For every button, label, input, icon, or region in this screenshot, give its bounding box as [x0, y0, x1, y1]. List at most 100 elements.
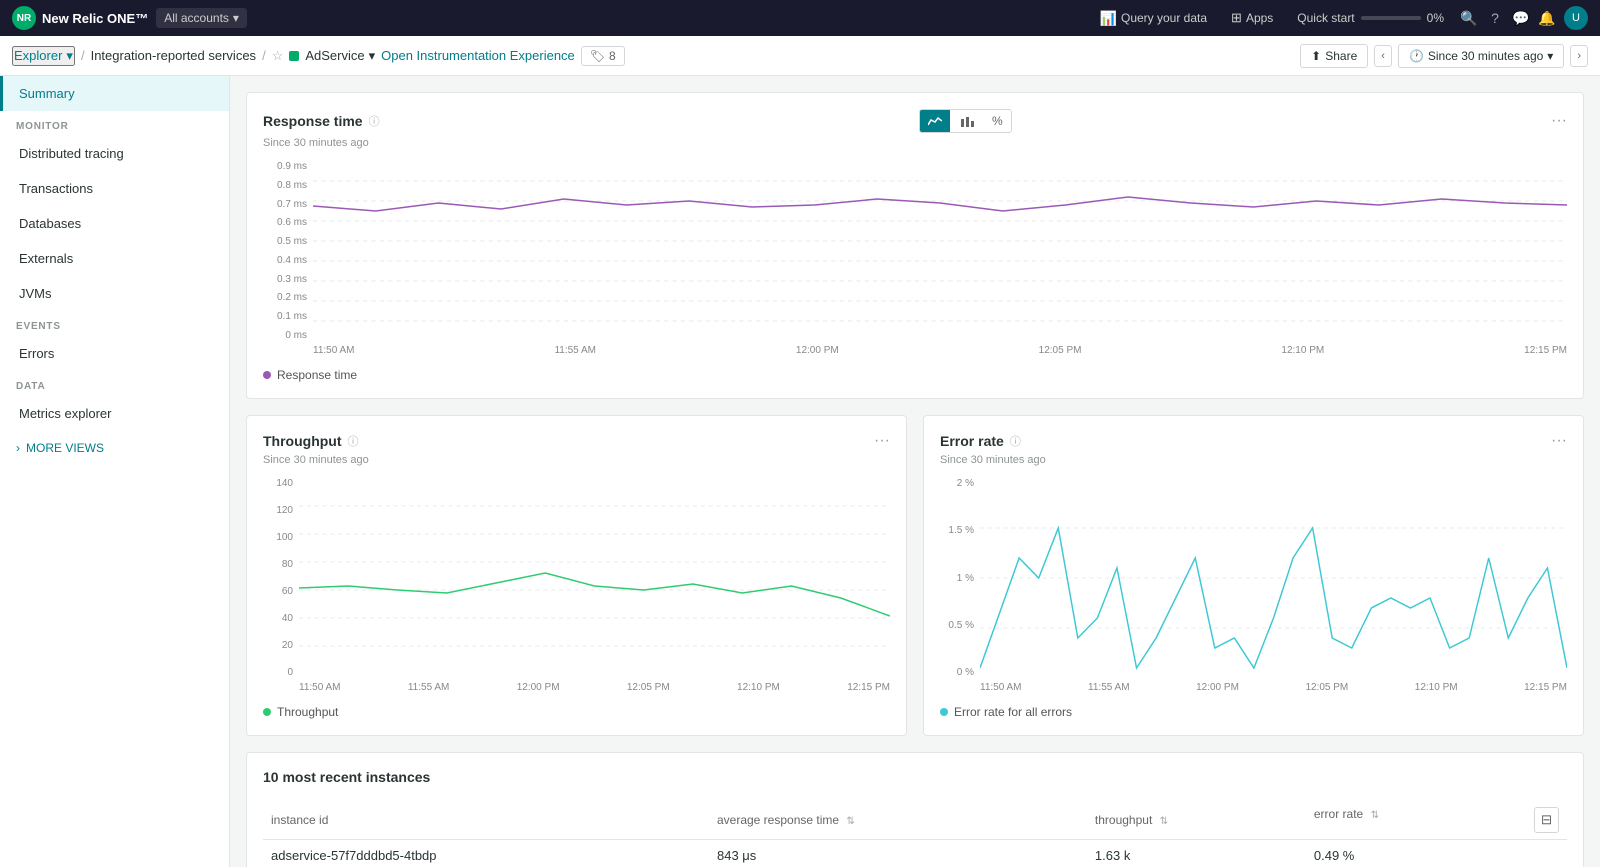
sidebar-item-summary[interactable]: Summary — [0, 76, 229, 111]
error-rate-more-button[interactable]: ··· — [1551, 432, 1567, 450]
feedback-icon[interactable]: 💬 — [1512, 9, 1530, 27]
throughput-chart-area: 140120100806040200 — [263, 478, 890, 697]
response-y-axis: 0.9 ms0.8 ms0.7 ms0.6 ms0.5 ms0.4 ms0.3 … — [263, 161, 313, 341]
filter-button[interactable]: ⊟ — [1534, 807, 1559, 833]
breadcrumb-sep1: / — [81, 48, 85, 63]
share-button[interactable]: ⬆ Share — [1300, 44, 1368, 68]
toggle-percent-button[interactable]: % — [984, 110, 1011, 132]
col-error-rate[interactable]: error rate ⇅ ⊟ — [1306, 801, 1567, 840]
chart-icon: 📊 — [1100, 10, 1117, 27]
sort-icon-error-rate: ⇅ — [1371, 810, 1379, 821]
throughput-svg — [299, 478, 890, 678]
error-rate-header: Error rate ⓘ ··· — [940, 432, 1567, 450]
clock-icon: 🕐 — [1409, 49, 1424, 63]
throughput-legend: Throughput — [263, 705, 890, 719]
open-instrumentation-button[interactable]: Open Instrumentation Experience — [381, 48, 575, 63]
response-time-title: Response time — [263, 113, 363, 129]
breadcrumb-service-path: Integration-reported services — [91, 48, 256, 63]
tag-button[interactable]: 🏷 8 — [581, 46, 625, 66]
throughput-title: Throughput — [263, 433, 342, 449]
sort-icon-throughput: ⇅ — [1160, 816, 1168, 827]
response-time-chart-area: 0.9 ms0.8 ms0.7 ms0.6 ms0.5 ms0.4 ms0.3 … — [263, 161, 1567, 360]
service-status-dot — [289, 51, 299, 61]
sidebar-item-distributed-tracing[interactable]: Distributed tracing — [0, 136, 229, 171]
throughput-header: Throughput ⓘ ··· — [263, 432, 890, 450]
sidebar-more-views[interactable]: › MORE VIEWS — [0, 431, 229, 465]
throughput-info-icon[interactable]: ⓘ — [348, 433, 359, 449]
error-rate-svg-wrap: 11:50 AM11:55 AM12:00 PM12:05 PM12:10 PM… — [980, 478, 1567, 697]
response-legend-dot — [263, 371, 271, 379]
chart-toggle-group: % — [919, 109, 1012, 133]
search-icon[interactable]: 🔍 — [1460, 9, 1478, 27]
throughput-card: Throughput ⓘ ··· Since 30 minutes ago 14… — [246, 415, 907, 736]
sidebar-item-errors[interactable]: Errors — [0, 336, 229, 371]
response-time-subtitle: Since 30 minutes ago — [263, 137, 1567, 149]
throughput-more-button[interactable]: ··· — [874, 432, 890, 450]
back-arrow-button[interactable]: ‹ — [1374, 45, 1392, 67]
col-instance-id[interactable]: instance id — [263, 801, 709, 840]
accounts-button[interactable]: All accounts ▾ — [156, 8, 247, 28]
user-avatar[interactable]: U — [1564, 6, 1588, 30]
response-time-svg-wrap: 11:50 AM11:55 AM12:00 PM12:05 PM12:10 PM… — [313, 161, 1567, 360]
response-time-legend: Response time — [263, 368, 1567, 382]
col-avg-response[interactable]: average response time ⇅ — [709, 801, 1087, 840]
star-icon[interactable]: ☆ — [272, 48, 284, 64]
cell-error-rate: 0.49 % — [1306, 840, 1567, 867]
two-col-charts: Throughput ⓘ ··· Since 30 minutes ago 14… — [246, 415, 1584, 752]
response-time-header: Response time ⓘ % ··· — [263, 109, 1567, 133]
forward-arrow-button[interactable]: › — [1570, 45, 1588, 67]
response-time-svg — [313, 161, 1567, 341]
error-x-axis: 11:50 AM11:55 AM12:00 PM12:05 PM12:10 PM… — [980, 678, 1567, 697]
sidebar-item-metrics-explorer[interactable]: Metrics explorer — [0, 396, 229, 431]
logo-icon: NR — [12, 6, 36, 30]
sidebar-item-jvms[interactable]: JVMs — [0, 276, 229, 311]
progress-bar — [1361, 16, 1421, 20]
response-time-info-icon[interactable]: ⓘ — [369, 113, 380, 129]
tag-icon: 🏷 — [590, 49, 605, 63]
error-rate-chart-area: 2 %1.5 %1 %0.5 %0 % 11:50 AM11:55 AM12:0… — [940, 478, 1567, 697]
sidebar-item-databases[interactable]: Databases — [0, 206, 229, 241]
quick-start-button[interactable]: Quick start 0% — [1289, 11, 1452, 25]
help-icon[interactable]: ? — [1486, 9, 1504, 27]
throughput-subtitle: Since 30 minutes ago — [263, 454, 890, 466]
toggle-bar-button[interactable] — [952, 110, 982, 132]
explorer-button[interactable]: Explorer ▾ — [12, 46, 75, 66]
share-icon: ⬆ — [1311, 49, 1321, 63]
sort-icon-response: ⇅ — [846, 816, 854, 827]
sidebar-item-externals[interactable]: Externals — [0, 241, 229, 276]
error-rate-info-icon[interactable]: ⓘ — [1010, 433, 1021, 449]
table-row: adservice-57f7dddbd5-4tbdp 843 μs 1.63 k… — [263, 840, 1567, 867]
instances-table-card: 10 most recent instances instance id ave… — [246, 752, 1584, 867]
cell-avg-response: 843 μs — [709, 840, 1087, 867]
error-rate-svg — [980, 478, 1567, 678]
query-data-button[interactable]: 📊 Query your data — [1092, 10, 1215, 27]
sidebar-item-transactions[interactable]: Transactions — [0, 171, 229, 206]
throughput-legend-dot — [263, 708, 271, 716]
throughput-y-axis: 140120100806040200 — [263, 478, 299, 678]
cell-instance-id: adservice-57f7dddbd5-4tbdp — [263, 840, 709, 867]
breadcrumb-sep2: / — [262, 48, 266, 63]
sidebar-section-data: DATA — [0, 371, 229, 396]
error-rate-legend: Error rate for all errors — [940, 705, 1567, 719]
top-nav: NR New Relic ONE™ All accounts ▾ 📊 Query… — [0, 0, 1600, 36]
service-name-button[interactable]: AdService ▾ — [305, 48, 375, 64]
logo-text: New Relic ONE™ — [42, 11, 148, 26]
error-legend-dot — [940, 708, 948, 716]
main-content: Response time ⓘ % ··· Since 30 minutes a… — [230, 76, 1600, 867]
response-time-more-button[interactable]: ··· — [1551, 112, 1567, 130]
table-header-row: instance id average response time ⇅ thro… — [263, 801, 1567, 840]
breadcrumb-bar: Explorer ▾ / Integration-reported servic… — [0, 36, 1600, 76]
sidebar-section-monitor: MONITOR — [0, 111, 229, 136]
sidebar: Summary MONITOR Distributed tracing Tran… — [0, 76, 230, 867]
error-rate-subtitle: Since 30 minutes ago — [940, 454, 1567, 466]
throughput-svg-wrap: 11:50 AM11:55 AM12:00 PM12:05 PM12:10 PM… — [299, 478, 890, 697]
notifications-icon[interactable]: 🔔 — [1538, 9, 1556, 27]
response-x-axis: 11:50 AM11:55 AM12:00 PM12:05 PM12:10 PM… — [313, 341, 1567, 360]
error-rate-title: Error rate — [940, 433, 1004, 449]
time-range-button[interactable]: 🕐 Since 30 minutes ago ▾ — [1398, 44, 1564, 68]
col-throughput[interactable]: throughput ⇅ — [1087, 801, 1306, 840]
toggle-area-button[interactable] — [920, 110, 950, 132]
instances-table: instance id average response time ⇅ thro… — [263, 801, 1567, 867]
logo: NR New Relic ONE™ — [12, 6, 148, 30]
apps-button[interactable]: ⊞ Apps — [1223, 10, 1281, 26]
